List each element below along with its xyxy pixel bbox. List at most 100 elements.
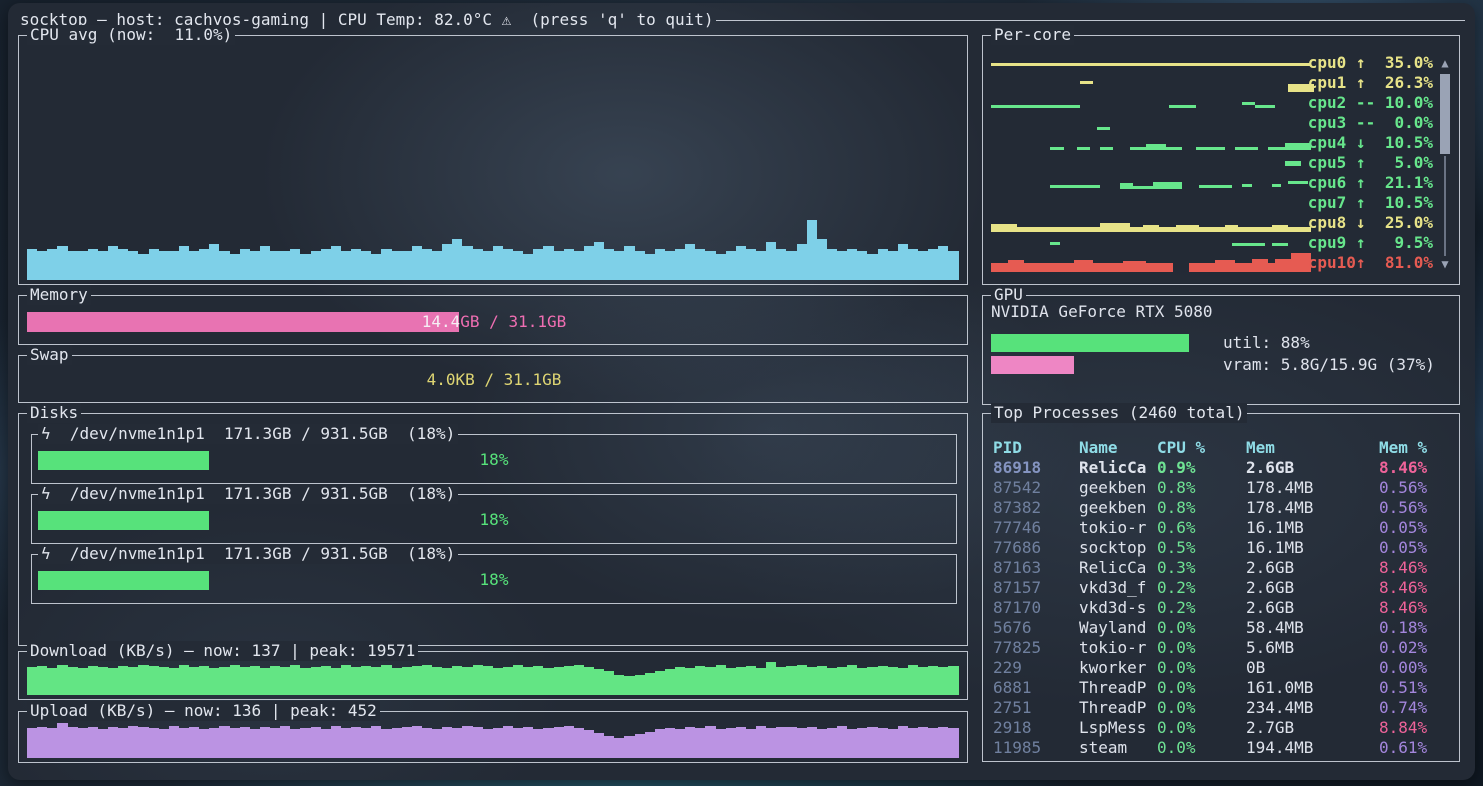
spark-bar [442,668,452,695]
spark-bar [898,668,908,695]
core-sparkline [991,73,1321,93]
spark-bar [98,251,108,280]
core-sparkline [991,193,1321,213]
spark-bar [817,239,827,280]
spark-bar [209,244,219,280]
spark-bar [250,251,260,280]
core-sparkline [991,53,1321,73]
core-sparkline [991,173,1321,193]
spark-bar [827,249,837,280]
core-spark-segment [1097,127,1110,130]
process-row: 87170vkd3d-s0.2%2.6GB8.46% [983,598,1459,618]
core-sparkline [991,153,1321,173]
memory-label-overlay: 14.4GB / 31.1GB [27,312,459,332]
spark-bar [473,249,483,280]
cell: geekben [1079,498,1146,518]
spark-bar [331,668,341,695]
spark-bar [57,246,67,280]
process-row: 86918RelicCa0.9%2.6GB8.46% [983,458,1459,478]
spark-bar [574,665,584,695]
spark-bar [230,728,240,758]
core-spark-segment [1143,225,1160,227]
spark-bar [513,665,523,695]
process-row: 77825tokio-r0.0%5.6MB0.02% [983,638,1459,658]
cell: 87382 [993,498,1041,518]
spark-bar [675,729,685,758]
spark-bar [88,666,98,695]
scroll-down-icon[interactable]: ▼ [1438,257,1452,271]
spark-bar [594,733,604,758]
core-spark-segment [1077,147,1090,150]
spark-bar [381,249,391,280]
spark-bar [604,249,614,280]
cell: 0.0% [1157,658,1196,678]
spark-bar [624,676,634,695]
spark-bar [219,726,229,758]
process-header-row: PIDNameCPU %MemMem % [983,438,1459,458]
cell: tokio-r [1079,518,1146,538]
spark-bar [948,728,958,758]
core-spark-segment [1074,260,1094,263]
disk-label: /dev/nvme1n1p1 171.3GB / 931.5GB (18%) [60,544,455,563]
spark-bar [533,249,543,280]
spark-bar [503,667,513,695]
spark-bar [786,251,796,280]
spark-bar [645,254,655,280]
disks-title: Disks [27,403,81,423]
spark-bar [341,665,351,695]
gpu-panel: GPU NVIDIA GeForce RTX 5080 util: 88% vr… [982,295,1460,405]
cell: 0.8% [1157,498,1196,518]
core-spark-segment [991,105,1080,108]
spark-bar [817,729,827,758]
cell: 0B [1246,658,1265,678]
spark-bar [523,727,533,758]
cell: 87170 [993,598,1041,618]
disk-title: ϟ /dev/nvme1n1p1 171.3GB / 931.5GB (18%) [38,484,458,504]
core-spark-segment [1100,147,1113,150]
spark-bar [128,726,138,758]
scrollbar-track[interactable] [1444,156,1446,256]
spark-bar [392,668,402,695]
upload-title: Upload (KB/s) — now: 136 | peak: 452 [27,701,380,721]
core-sparkline [991,133,1321,153]
spark-bar [847,729,857,758]
spark-bar [624,736,634,758]
scrollbar-thumb[interactable] [1440,74,1450,154]
spark-bar [290,249,300,280]
spark-bar [240,727,250,758]
spark-bar [351,667,361,695]
spark-bar [240,249,250,280]
spark-bar [867,254,877,280]
spark-bar [68,667,78,695]
scroll-up-icon[interactable]: ▲ [1438,56,1452,70]
disk-label: /dev/nvme1n1p1 171.3GB / 931.5GB (18%) [60,484,455,503]
spark-bar [37,727,47,758]
memory-label-on-bar: 14.4GB / 31.1GB [27,312,459,332]
spark-bar [807,667,817,695]
spark-bar [118,249,128,280]
core-spark-segment [1146,144,1166,150]
cell: 0.0% [1157,718,1196,738]
spark-bar [523,254,533,280]
cell: 58.4MB [1246,618,1304,638]
cell: 16.1MB [1246,518,1304,538]
spark-bar [240,667,250,695]
cell: 0.8% [1157,478,1196,498]
spark-bar [361,666,371,695]
spark-bar [138,727,148,758]
spark-bar [68,251,78,280]
cell: 0.2% [1157,578,1196,598]
spark-bar [37,251,47,280]
cell: 8.46% [1379,458,1427,478]
title-rule [716,20,1465,21]
spark-bar [300,728,310,758]
core-spark-segment [1268,147,1285,150]
process-row: 87157vkd3d_f0.2%2.6GB8.46% [983,578,1459,598]
spark-bar [705,251,715,280]
spark-bar [837,667,847,695]
spark-bar [452,728,462,758]
spark-bar [230,254,240,280]
core-spark-segment [1050,185,1100,188]
core-spark-segment [1153,182,1183,186]
spark-bar [189,251,199,280]
